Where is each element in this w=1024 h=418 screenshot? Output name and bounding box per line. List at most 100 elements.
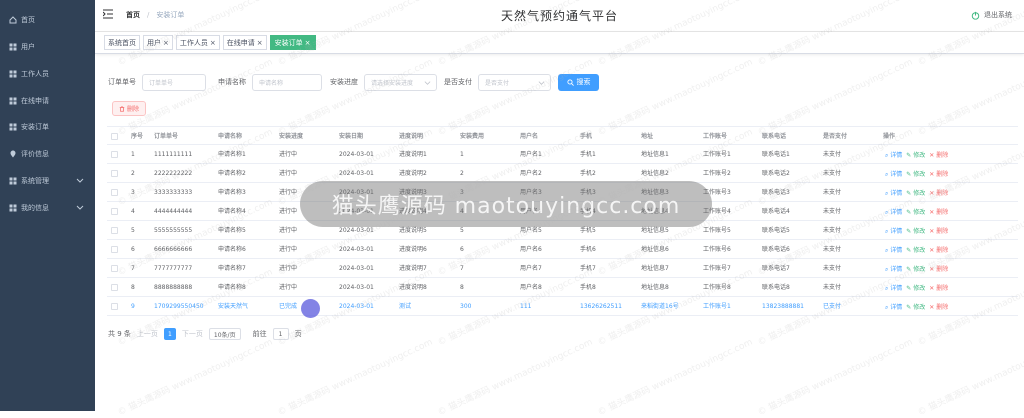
progress-select[interactable]: 请选择安装进度 [364, 73, 437, 91]
table-cell: 111 [520, 303, 532, 310]
edit-button-label: 修改 [913, 209, 926, 216]
sidebar-item[interactable]: 首页 [0, 6, 95, 33]
view-button[interactable]: ⌕ 详情 [885, 283, 902, 293]
view-button[interactable]: ⌕ 详情 [885, 169, 902, 179]
row-checkbox[interactable] [111, 151, 118, 158]
table-cell: 工作账号8 [703, 284, 731, 291]
row-checkbox[interactable] [111, 303, 118, 310]
table-cell: 2024-03-01 [339, 265, 374, 272]
edit-button[interactable]: ✎ 修改 [906, 283, 925, 292]
edit-button[interactable]: ✎ 修改 [906, 169, 925, 178]
table-cell: 2024-03-01 [339, 246, 374, 253]
search-icon [566, 78, 574, 86]
view-button[interactable]: ⌕ 详情 [885, 207, 902, 217]
watermark-text: © 猫头鹰源码 www.maotouyingcc.com [756, 337, 915, 418]
table-cell: 申请名称5 [218, 227, 246, 234]
edit-button[interactable]: ✎ 修改 [906, 264, 925, 273]
watermark-text: © 猫头鹰源码 www.maotouyingcc.com [116, 337, 275, 418]
table-cell: 用户名6 [520, 246, 542, 253]
view-button[interactable]: ⌕ 详情 [885, 264, 902, 274]
tab-item[interactable]: 用户 × [143, 35, 173, 50]
view-button[interactable]: ⌕ 详情 [885, 188, 902, 198]
row-checkbox[interactable] [111, 246, 118, 253]
delete-button[interactable]: ✕ 删除 [929, 283, 948, 292]
delete-button[interactable]: ✕ 删除 [929, 302, 948, 311]
table-header-cell: 序号 [131, 133, 144, 140]
delete-button-label: 删除 [936, 228, 949, 235]
table-cell: 进行中 [279, 284, 298, 291]
table-header-cell: 订单单号 [154, 133, 179, 140]
logout-label: 退出系统 [984, 11, 1012, 19]
close-icon[interactable]: × [305, 39, 311, 47]
batch-delete-button[interactable]: 删除 [112, 101, 146, 116]
tab-item[interactable]: 工作人员 × [175, 35, 220, 50]
edit-button[interactable]: ✎ 修改 [906, 226, 925, 235]
delete-button[interactable]: ✕ 删除 [929, 264, 948, 273]
pager-next[interactable]: 下一页 [182, 329, 203, 339]
sidebar-item[interactable]: 在线申请 [0, 87, 95, 114]
tab-item[interactable]: 在线申请 × [222, 35, 267, 50]
table-cell: 地址信息8 [641, 284, 669, 291]
table-cell: 用户名7 [520, 265, 542, 272]
select-all-checkbox[interactable] [111, 133, 118, 140]
delete-button[interactable]: ✕ 删除 [929, 245, 948, 254]
row-checkbox[interactable] [111, 208, 118, 215]
edit-button[interactable]: ✎ 修改 [906, 207, 925, 216]
sidebar-item[interactable]: 系统管理 [0, 167, 95, 194]
row-checkbox[interactable] [111, 170, 118, 177]
sidebar-item[interactable]: 工作人员 [0, 60, 95, 87]
pager-size-select[interactable]: 10条/页 [208, 328, 241, 340]
row-checkbox[interactable] [111, 284, 118, 291]
table-cell: 8 [460, 284, 464, 291]
apply-name-input[interactable]: 申请名称 [252, 73, 322, 91]
order-no-input[interactable]: 订单单号 [142, 73, 206, 91]
row-checkbox[interactable] [111, 189, 118, 196]
table-cell: 地址信息7 [641, 265, 669, 272]
table-cell: 7777777777 [154, 265, 193, 272]
pager-prev[interactable]: 上一页 [137, 329, 158, 339]
view-button[interactable]: ⌕ 详情 [885, 226, 902, 236]
sidebar-item[interactable]: 用户 [0, 33, 95, 60]
row-actions: ⌕ 详情 ✎ 修改 ✕ 删除 [885, 259, 948, 278]
delete-button[interactable]: ✕ 删除 [929, 188, 948, 197]
view-button[interactable]: ⌕ 详情 [885, 302, 902, 312]
table-cell: 测试 [399, 303, 412, 310]
search-button[interactable]: 搜索 [558, 73, 599, 91]
edit-button-label: 修改 [913, 190, 926, 197]
row-checkbox[interactable] [111, 265, 118, 272]
delete-button[interactable]: ✕ 删除 [929, 169, 948, 178]
delete-button[interactable]: ✕ 删除 [929, 226, 948, 235]
pager-goto-input[interactable]: 1 [272, 328, 289, 340]
chevron-down-icon [76, 203, 84, 211]
edit-button[interactable]: ✎ 修改 [906, 245, 925, 254]
table-cell: 进行中 [279, 246, 298, 253]
delete-button-label: 删除 [936, 171, 949, 178]
edit-button[interactable]: ✎ 修改 [906, 150, 925, 159]
tab-label: 系统首页 [108, 38, 136, 47]
table-cell: 联系电话7 [762, 265, 790, 272]
close-icon[interactable]: × [210, 39, 216, 47]
view-button[interactable]: ⌕ 详情 [885, 245, 902, 255]
paid-select[interactable]: 是否支付 [478, 73, 551, 91]
sidebar-item[interactable]: 我的信息 [0, 194, 95, 221]
table-cell: 未支付 [823, 189, 842, 196]
header: 首页 / 安装订单 天然气预约通气平台 退出系统 [95, 0, 1024, 32]
row-checkbox[interactable] [111, 227, 118, 234]
close-icon[interactable]: × [163, 39, 169, 47]
tab-item[interactable]: 系统首页 [104, 35, 140, 50]
table-cell: 9 [131, 303, 135, 310]
delete-button[interactable]: ✕ 删除 [929, 150, 948, 159]
close-icon[interactable]: × [257, 39, 263, 47]
pager-current-page[interactable]: 1 [163, 328, 176, 340]
logout-button[interactable]: 退出系统 [971, 10, 1012, 20]
pager-page-unit: 页 [294, 330, 302, 338]
edit-button[interactable]: ✎ 修改 [906, 188, 925, 197]
sidebar-item[interactable]: 评价信息 [0, 140, 95, 167]
table-cell: 4444444444 [154, 208, 193, 215]
table-cell: 地址信息1 [641, 151, 669, 158]
view-button[interactable]: ⌕ 详情 [885, 150, 902, 160]
sidebar-item[interactable]: 安装订单 [0, 113, 95, 140]
tab-item[interactable]: 安装订单 × [269, 35, 316, 50]
delete-button[interactable]: ✕ 删除 [929, 207, 948, 216]
edit-button[interactable]: ✎ 修改 [906, 302, 925, 311]
